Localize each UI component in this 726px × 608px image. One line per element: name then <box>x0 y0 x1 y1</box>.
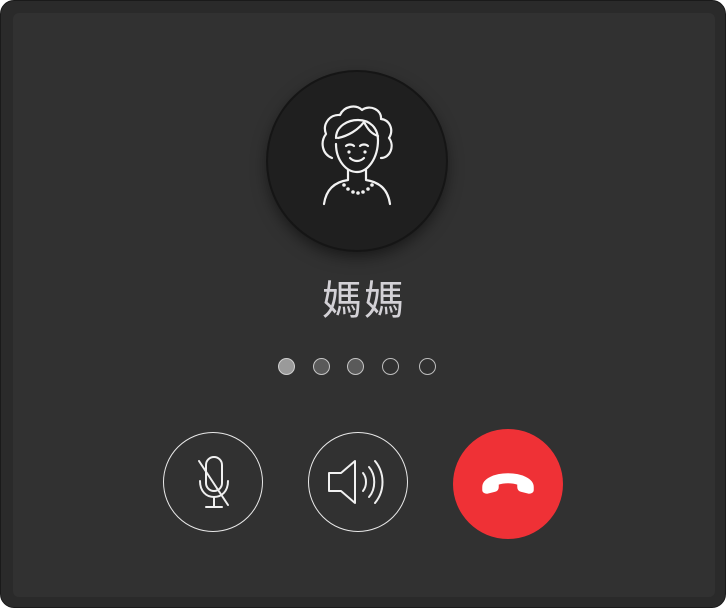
caller-avatar <box>268 72 446 250</box>
speaker-button[interactable] <box>308 432 408 532</box>
status-dot <box>419 358 436 375</box>
caller-name: 媽媽 <box>322 278 406 324</box>
phone-hangup-icon <box>482 473 534 494</box>
status-dot <box>313 358 330 375</box>
end-call-button[interactable] <box>453 429 563 539</box>
status-dot <box>382 358 399 375</box>
microphone-muted-icon <box>198 456 229 508</box>
woman-avatar-icon <box>321 105 393 206</box>
mute-button[interactable] <box>163 432 263 532</box>
call-status-dots <box>276 356 452 378</box>
speaker-icon <box>328 460 384 504</box>
call-window: 媽媽 <box>0 0 726 608</box>
status-dot <box>278 358 295 375</box>
status-dot <box>347 358 364 375</box>
